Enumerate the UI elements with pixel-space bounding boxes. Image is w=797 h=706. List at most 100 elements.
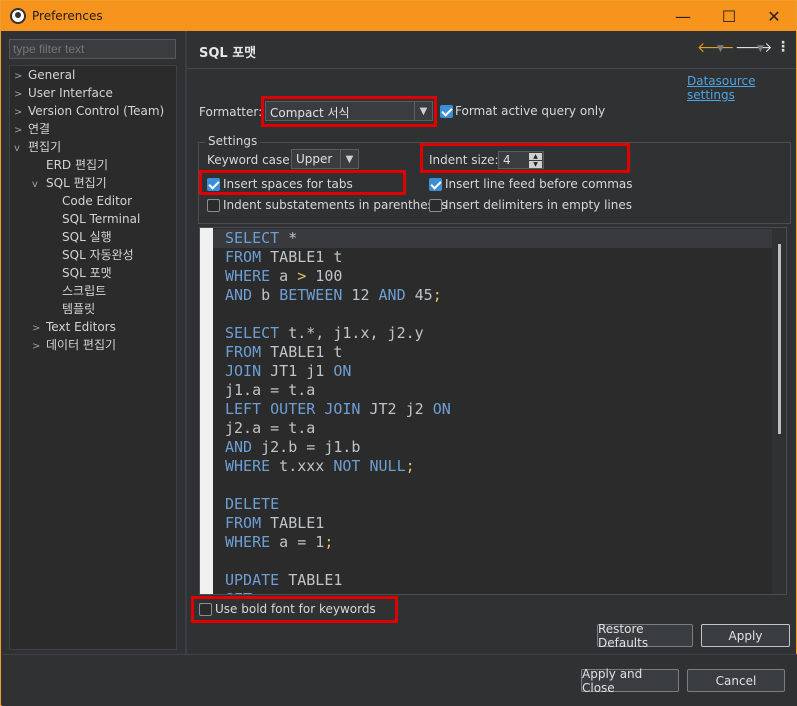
- sql-token: t.xxx: [270, 457, 334, 475]
- tree-item-text-editors[interactable]: > Text Editors: [32, 318, 116, 336]
- sql-token: j2.a = t.a: [225, 419, 316, 437]
- sql-token: JT2 j2: [360, 400, 433, 418]
- tree-item-sql-terminal[interactable]: SQL Terminal: [62, 210, 140, 228]
- view-menu-icon[interactable]: ⋮: [776, 39, 790, 55]
- sql-keyword: FROM: [225, 248, 262, 266]
- sql-token: 45: [405, 286, 433, 304]
- datasource-settings-link[interactable]: Datasource settings: [687, 74, 796, 102]
- sql-token: b: [252, 286, 280, 304]
- preference-page: SQL 포맷 🡐 ▼ 🡒 ▼ ⋮ Datasource settings For…: [187, 31, 796, 654]
- preview-gutter: [200, 228, 213, 594]
- close-button[interactable]: ✕: [751, 1, 797, 31]
- indent-substatements-checkbox[interactable]: [207, 199, 220, 212]
- code-line: AND b BETWEEN 12 AND 45;: [225, 286, 442, 305]
- format-active-checkbox[interactable]: [440, 105, 453, 118]
- sql-token: TABLE1 t: [261, 343, 343, 361]
- highlight-insert-spaces: [199, 170, 406, 195]
- insert-linefeed-label: Insert line feed before commas: [445, 177, 633, 191]
- preference-tree: > General > User Interface > Version Contro…: [9, 65, 177, 650]
- chevron-down-icon[interactable]: v: [32, 176, 46, 194]
- tree-item-general[interactable]: > General: [14, 66, 75, 84]
- insert-linefeed-checkbox[interactable]: [429, 178, 442, 191]
- chevron-right-icon[interactable]: >: [32, 338, 46, 356]
- format-active-label: Format active query only: [455, 104, 606, 118]
- minimize-button[interactable]: —: [660, 1, 706, 31]
- sql-preview[interactable]: SELECT * FROM TABLE1 t WHERE a > 100 AND b …: [199, 227, 787, 595]
- code-line: WHERE a = 1;: [225, 533, 333, 552]
- header-divider: [187, 68, 796, 69]
- keyword-case-select[interactable]: Upper ▼: [291, 149, 359, 169]
- code-line: UPDATE TABLE1: [225, 571, 342, 590]
- tree-item-sql-format[interactable]: SQL 포맷: [62, 264, 112, 282]
- code-line: AND j2.b = j1.b: [225, 438, 360, 457]
- formatter-label: Formatter:: [199, 105, 263, 119]
- sql-keyword: ON: [432, 400, 451, 418]
- tree-item-sql-autocomplete[interactable]: SQL 자동완성: [62, 246, 134, 264]
- sql-token: j1.a = t.a: [225, 381, 316, 399]
- apply-and-close-button[interactable]: Apply and Close: [581, 667, 679, 695]
- tree-item-user-interface[interactable]: > User Interface: [14, 84, 113, 102]
- code-line: LEFT OUTER JOIN JT2 j2 ON: [225, 400, 451, 419]
- cancel-button[interactable]: Cancel: [687, 669, 785, 692]
- sidebar: >General >User Interface >Version Contro…: [2, 31, 185, 654]
- tree-item-connection[interactable]: > 연결: [14, 120, 50, 138]
- sql-token: >: [297, 267, 307, 285]
- insert-delimiters-label: Insert delimiters in empty lines: [445, 198, 632, 212]
- code-line: WHERE t.xxx NOT NULL;: [225, 457, 415, 476]
- sql-keyword: AND: [378, 286, 406, 304]
- tree-item-editors[interactable]: v 편집기: [14, 138, 61, 156]
- tree-item-version-control[interactable]: > Version Control (Team): [14, 102, 164, 120]
- tree-item-code-editor[interactable]: Code Editor: [62, 192, 132, 210]
- sql-keyword: WHERE: [225, 457, 271, 475]
- app-logo-icon: [10, 8, 26, 24]
- code-line: JOIN JT1 j1 ON: [225, 362, 351, 381]
- insert-delimiters-checkbox[interactable]: [429, 199, 442, 212]
- sql-keyword: AND: [225, 286, 253, 304]
- indent-substatements-label: Indent substatements in parentheses: [223, 198, 448, 212]
- maximize-button[interactable]: ☐: [706, 1, 752, 31]
- restore-defaults-button[interactable]: Restore Defaults: [597, 622, 693, 650]
- tree-item-scripts[interactable]: 스크립트: [62, 282, 106, 300]
- title-bar: Preferences — ☐ ✕: [1, 1, 796, 31]
- sql-keyword: WHERE: [225, 267, 271, 285]
- sql-keyword: WHERE: [225, 533, 271, 551]
- code-line: SELECT *: [225, 229, 297, 248]
- code-line: j2.a = t.a: [225, 419, 315, 438]
- preferences-window: Preferences — ☐ ✕ >General >User Interfa…: [0, 0, 797, 706]
- sql-keyword: BETWEEN: [279, 286, 343, 304]
- keyword-case-label: Keyword case:: [207, 153, 294, 167]
- sql-token: ;: [432, 286, 442, 304]
- tree-item-sql-editor[interactable]: v SQL 편집기: [32, 174, 107, 192]
- code-line: SET: [225, 590, 252, 594]
- sql-keyword: SELECT: [225, 229, 280, 247]
- window-title: Preferences: [32, 9, 103, 23]
- sql-keyword: SELECT: [225, 324, 280, 342]
- back-arrow-icon[interactable]: 🡐: [697, 39, 735, 56]
- sql-token: ;: [324, 533, 334, 551]
- chevron-down-icon[interactable]: ▼: [340, 150, 358, 168]
- forward-history-dropdown-icon[interactable]: ▼: [757, 44, 764, 54]
- sql-keyword: FROM: [225, 514, 262, 532]
- chevron-down-icon[interactable]: v: [14, 140, 28, 158]
- preview-scrollbar[interactable]: [772, 228, 786, 594]
- sql-token: TABLE1 t: [261, 248, 343, 266]
- filter-input[interactable]: [9, 39, 176, 59]
- sql-keyword: DELETE: [225, 495, 280, 513]
- sql-keyword: AND: [225, 438, 253, 456]
- apply-button[interactable]: Apply: [701, 624, 790, 647]
- back-history-dropdown-icon[interactable]: ▼: [717, 44, 724, 54]
- tree-item-erd-editor[interactable]: ERD 편집기: [46, 156, 108, 174]
- code-line: FROM TABLE1: [225, 514, 324, 533]
- sql-token: 100: [306, 267, 343, 285]
- scrollbar-thumb[interactable]: [778, 244, 781, 434]
- tree-item-templates[interactable]: 템플릿: [62, 300, 95, 318]
- code-line: WHERE a > 100: [225, 267, 342, 286]
- sql-token: t.*, j1.x, j2.y: [279, 324, 424, 342]
- tree-item-data-editor[interactable]: > 데이터 편집기: [32, 336, 116, 354]
- page-title: SQL 포맷: [199, 46, 257, 61]
- forward-arrow-icon[interactable]: 🡒: [735, 39, 773, 56]
- tree-item-sql-execute[interactable]: SQL 실행: [62, 228, 112, 246]
- code-line: FROM TABLE1 t: [225, 343, 342, 362]
- sql-token: 12: [342, 286, 379, 304]
- sql-token: a: [270, 267, 298, 285]
